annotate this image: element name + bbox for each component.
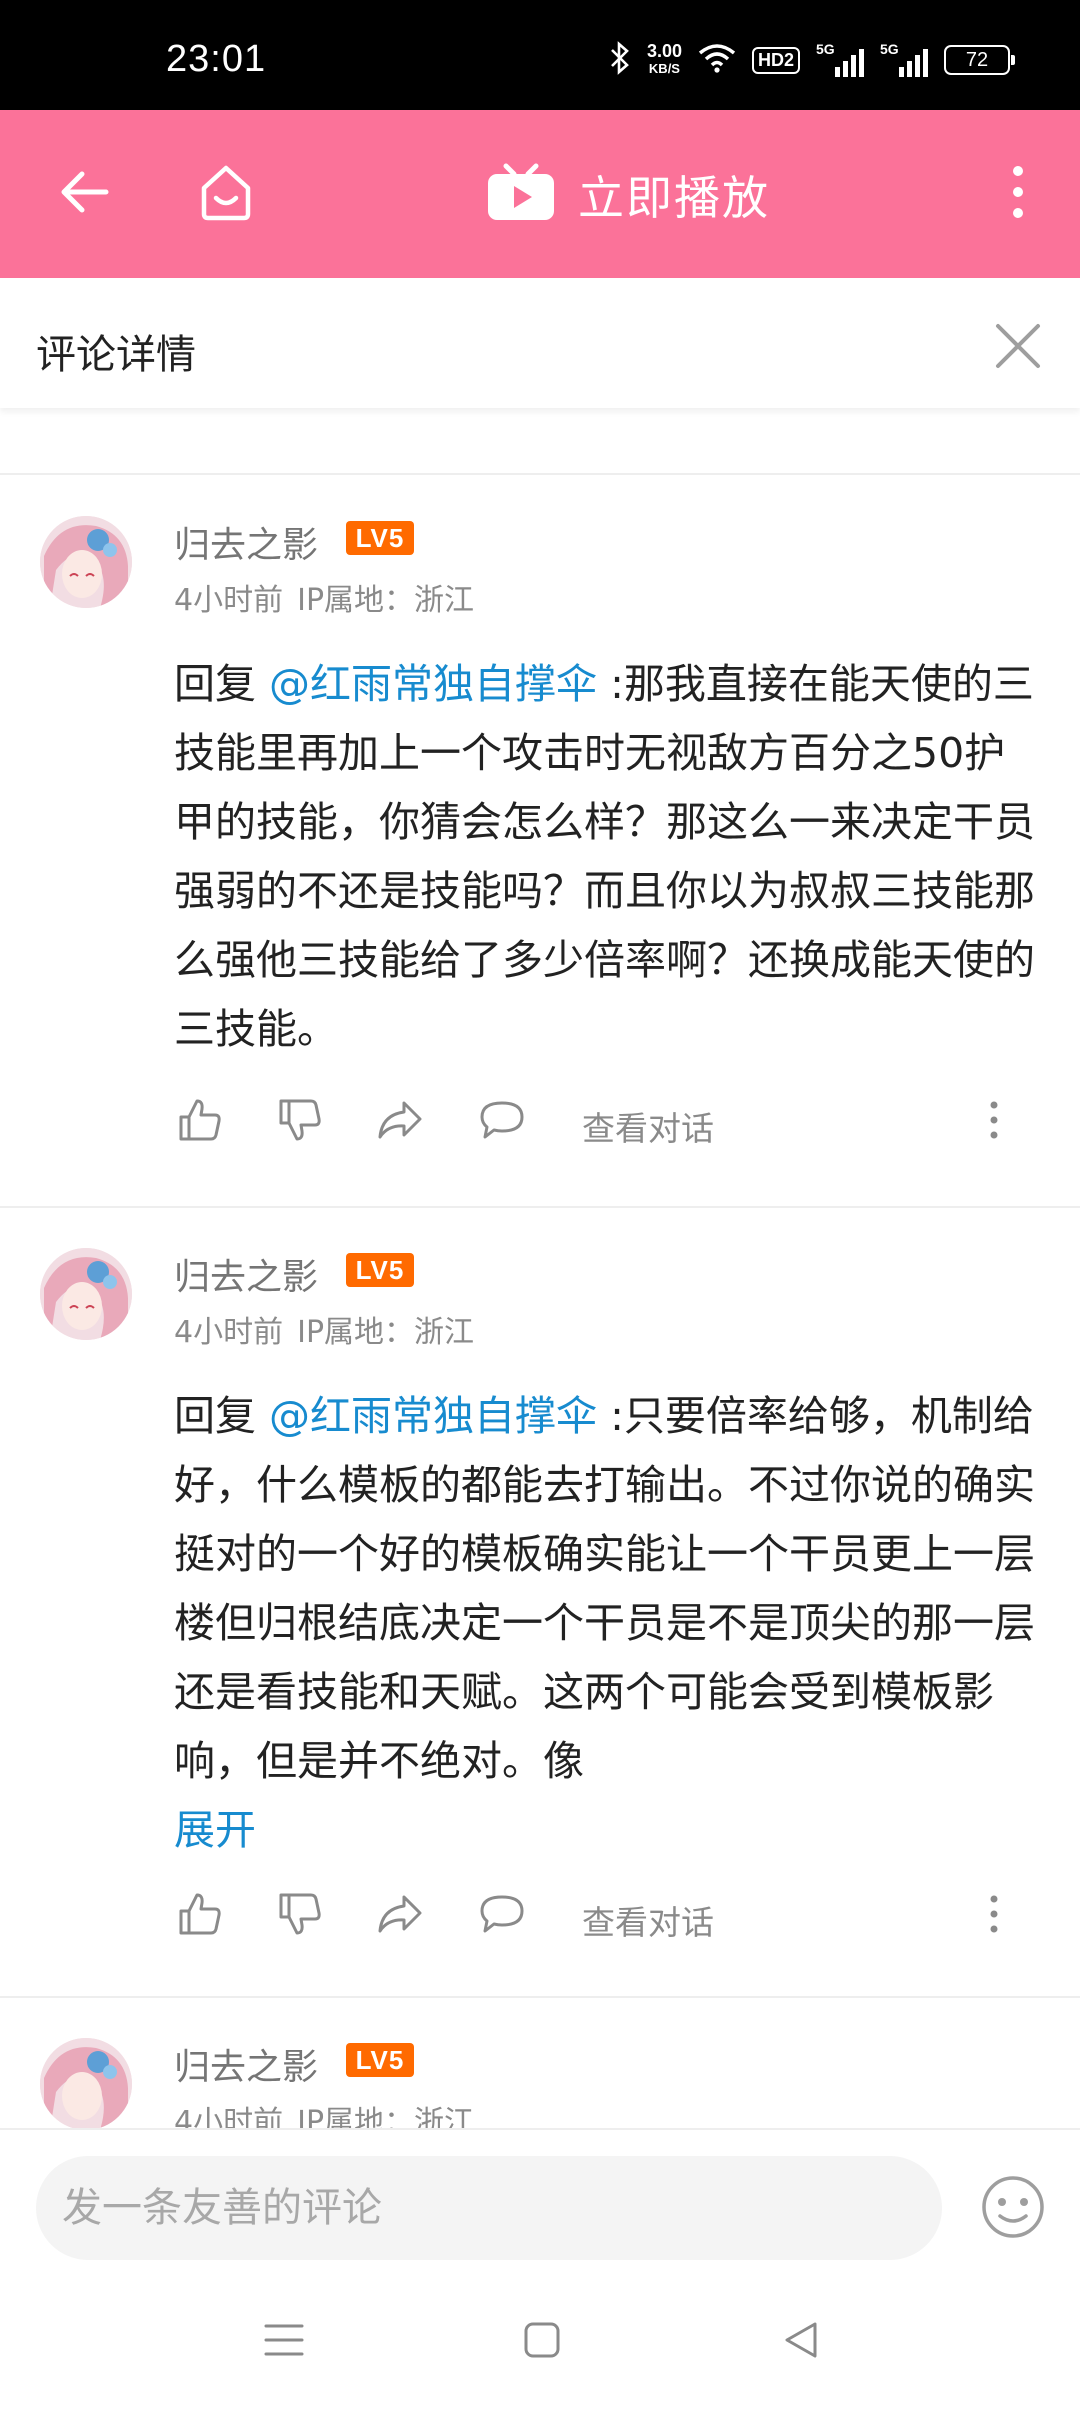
thumbs-down-icon (277, 1891, 323, 1941)
home-button[interactable] (186, 154, 266, 234)
ip-location: IP属地：浙江 (297, 583, 475, 618)
view-conversation-link[interactable]: 查看对话 (582, 1102, 714, 1150)
mention-link[interactable]: @红雨常独自撑伞 (269, 1392, 597, 1440)
back-nav-button[interactable] (770, 2312, 830, 2372)
signal-sim1-icon: 5G (816, 41, 864, 77)
app-bar: 立即播放 (0, 110, 1080, 278)
vertical-dots-icon (989, 1100, 999, 1144)
page-title: 评论详情 (36, 332, 196, 378)
status-icons: 3.00 KB/S HD2 5G 5G 72 (609, 40, 1015, 80)
comment-input[interactable]: 发一条友善的评论 (36, 2156, 942, 2260)
like-button[interactable] (174, 1890, 226, 1942)
net-speed-value: 3.00 (646, 41, 682, 61)
play-now-label: 立即播放 (578, 171, 770, 225)
vertical-dots-icon (989, 1894, 999, 1938)
comment-more-button[interactable] (974, 1096, 1014, 1148)
comment-time: 4小时前 (174, 1315, 284, 1350)
hd-voice-badge: HD2 (751, 46, 800, 74)
wifi-icon (698, 43, 736, 77)
dislike-button[interactable] (274, 1096, 326, 1148)
level-badge: LV5 (346, 2043, 414, 2077)
dislike-button[interactable] (274, 1890, 326, 1942)
share-icon (376, 1097, 424, 1147)
menu-icon (264, 2322, 304, 2362)
arrow-left-icon (58, 170, 110, 218)
username[interactable]: 归去之影 (174, 516, 318, 568)
thumbs-down-icon (277, 1097, 323, 1147)
share-button[interactable] (374, 1890, 426, 1942)
comment-item: 归去之影 LV5 4小时前 IP属地：浙江 回复 @红雨常独自撑伞 :那我直接在能… (0, 476, 1080, 1204)
username[interactable]: 归去之影 (174, 2038, 318, 2090)
net-speed: 3.00 KB/S (647, 42, 682, 78)
ip-location: IP属地：浙江 (297, 2105, 475, 2128)
comment-time: 4小时前 (174, 583, 284, 618)
bluetooth-icon (609, 41, 631, 79)
avatar[interactable] (40, 1248, 132, 1340)
home-nav-button[interactable] (512, 2312, 572, 2372)
comment-text: 回复 @红雨常独自撑伞 :那我直接在能天使的三技能里再加上一个攻击时无视敌方百分… (174, 650, 1044, 1064)
comment-text: 回复 @红雨常独自撑伞 :只要倍率给够，机制给好，什么模板的都能去打输出。不过你… (174, 1382, 1044, 1865)
level-badge: LV5 (346, 521, 414, 555)
divider (0, 473, 1080, 475)
signal-sim2-icon: 5G (880, 41, 928, 77)
comment-meta: 4小时前 IP属地：浙江 (174, 1307, 474, 1351)
comment-detail-header: 评论详情 (0, 278, 1080, 408)
home-icon (196, 162, 256, 226)
reply-button[interactable] (476, 1890, 528, 1942)
square-home-icon (523, 2321, 561, 2363)
comment-content: :只要倍率给够，机制给好，什么模板的都能去打输出。不过你说的确实挺对的一个好的模… (174, 1392, 1035, 1785)
comment-time: 4小时前 (174, 2105, 284, 2128)
mention-link[interactable]: @红雨常独自撑伞 (269, 660, 597, 708)
comment-composer: 发一条友善的评论 (0, 2128, 1080, 2270)
thumbs-up-icon (177, 1097, 223, 1147)
comment-meta: 4小时前 IP属地：浙江 (174, 575, 474, 619)
level-badge: LV5 (346, 1253, 414, 1287)
comment-actions: 查看对话 (174, 1890, 1034, 1950)
play-now-button[interactable]: 立即播放 (486, 162, 770, 228)
battery-icon: 72 (944, 45, 1015, 75)
share-button[interactable] (374, 1096, 426, 1148)
comment-meta: 4小时前 IP属地：浙江 (174, 2097, 474, 2128)
tv-play-icon (486, 162, 556, 228)
comment-actions: 查看对话 (174, 1096, 1034, 1156)
avatar[interactable] (40, 516, 132, 608)
view-conversation-link[interactable]: 查看对话 (582, 1896, 714, 1944)
status-time: 23:01 (166, 38, 267, 80)
comment-content: :那我直接在能天使的三技能里再加上一个攻击时无视敌方百分之50护甲的技能，你猜会… (174, 660, 1035, 1053)
reply-prefix: 回复 (174, 1392, 270, 1440)
avatar[interactable] (40, 2038, 132, 2128)
sim1-label: 5G (816, 41, 835, 57)
emoji-icon (980, 2176, 1046, 2244)
status-bar: 23:01 3.00 KB/S HD2 5G 5G 72 (0, 0, 1080, 110)
comment-more-button[interactable] (974, 1890, 1014, 1942)
back-button[interactable] (44, 154, 124, 234)
net-speed-unit: KB/S (648, 61, 680, 76)
chat-bubble-icon (478, 1097, 526, 1147)
like-button[interactable] (174, 1096, 226, 1148)
reply-prefix: 回复 (174, 660, 270, 708)
recent-apps-button[interactable] (254, 2312, 314, 2372)
comment-item: 归去之影 LV5 4小时前 IP属地：浙江 (0, 1998, 1080, 2128)
sim2-label: 5G (880, 41, 899, 57)
triangle-back-icon (781, 2320, 819, 2364)
emoji-button[interactable] (980, 2174, 1046, 2240)
close-icon (990, 324, 1046, 378)
share-icon (376, 1891, 424, 1941)
close-button[interactable] (990, 318, 1046, 374)
reply-button[interactable] (476, 1096, 528, 1148)
system-nav-bar (0, 2268, 1080, 2412)
ip-location: IP属地：浙江 (297, 1315, 475, 1350)
vertical-dots-icon (1011, 164, 1025, 224)
chat-bubble-icon (478, 1891, 526, 1941)
comment-item: 归去之影 LV5 4小时前 IP属地：浙江 回复 @红雨常独自撑伞 :只要倍率给够… (0, 1208, 1080, 1998)
expand-link[interactable]: 展开 (174, 1796, 1044, 1865)
thumbs-up-icon (177, 1891, 223, 1941)
username[interactable]: 归去之影 (174, 1248, 318, 1300)
more-menu-button[interactable] (978, 154, 1058, 234)
